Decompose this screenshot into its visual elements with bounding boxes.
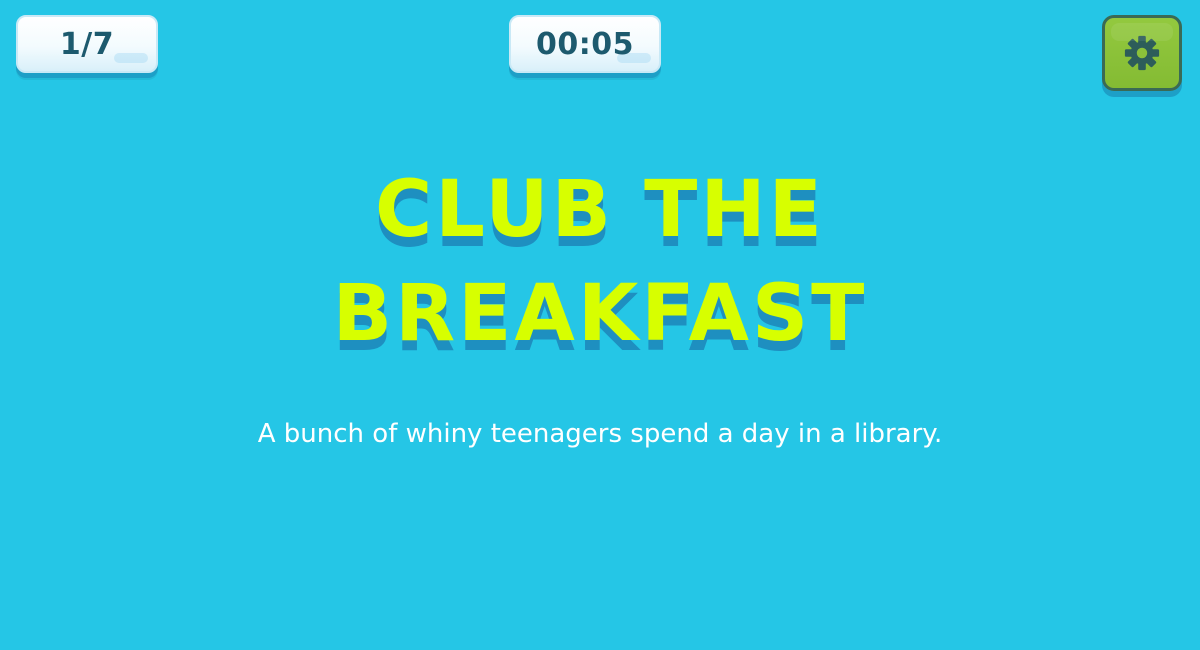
- progress-counter-text: 1/7: [59, 26, 115, 62]
- gear-icon: [1124, 35, 1160, 71]
- settings-button[interactable]: [1102, 15, 1182, 91]
- progress-counter: 1/7: [16, 15, 158, 73]
- movie-title: CLUB THE BREAKFAST: [332, 165, 868, 359]
- timer-text: 00:05: [536, 26, 634, 62]
- timer-display: 00:05: [509, 15, 661, 73]
- movie-description: A bunch of whiny teenagers spend a day i…: [257, 419, 943, 449]
